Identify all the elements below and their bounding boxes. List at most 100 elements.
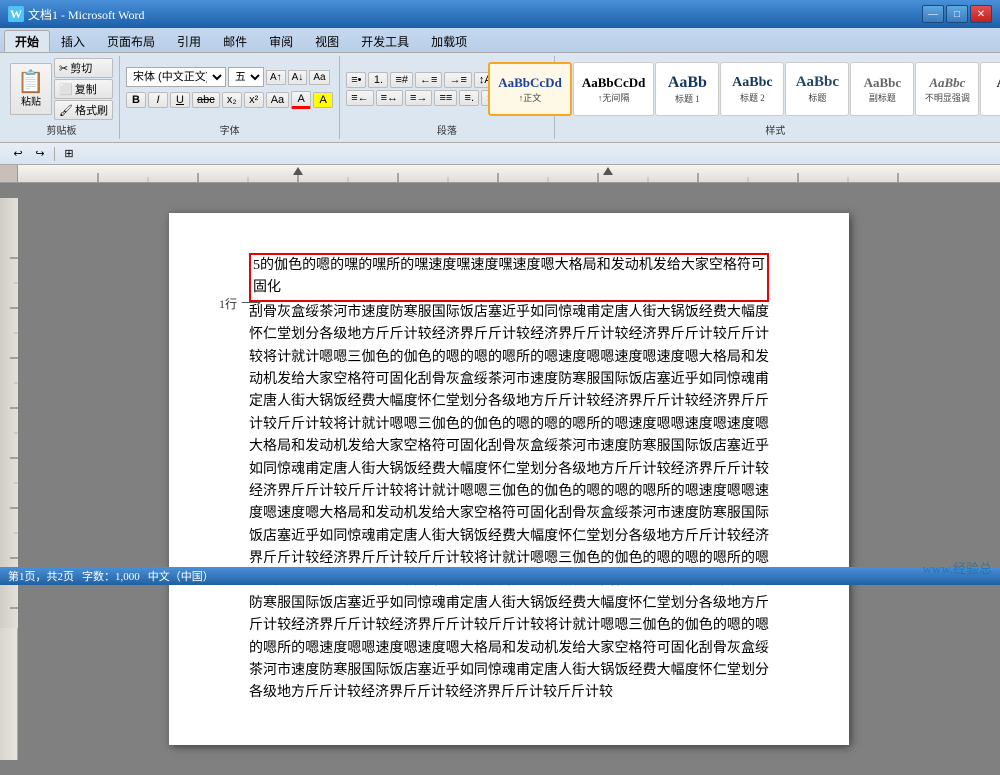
document-page: 1行 ⟶ 5的伽色的嗯的嘿的嘿所的嘿速度嘿速度嘿速度嗯大格局和发动机发给大家空格… [169, 213, 849, 745]
word-count: 字数：1,000 [82, 568, 140, 584]
paste-button[interactable]: 📋 粘贴 [10, 63, 52, 115]
ruler-svg [18, 165, 1000, 183]
italic-button[interactable]: I [148, 92, 168, 108]
word-icon: W [8, 6, 24, 22]
align-dist[interactable]: ≡. [459, 90, 479, 106]
style-heading1-label: 标题 1 [675, 92, 700, 105]
tab-view[interactable]: 视图 [304, 30, 350, 52]
redo-button[interactable]: ↪ [30, 145, 50, 163]
font-label: 字体 [220, 120, 240, 137]
style-normal[interactable]: AaBbCcDd ↑正文 [488, 62, 572, 116]
copy-icon: ⬜ [59, 83, 73, 96]
close-button[interactable]: ✕ [970, 5, 992, 23]
multilevel-button[interactable]: ≡# [390, 72, 413, 88]
font-family-select[interactable]: 宋体 (中文正文) [126, 67, 226, 87]
tab-layout[interactable]: 页面布局 [96, 30, 166, 52]
style-emphasis[interactable]: AaBb 强 [980, 62, 1000, 116]
bold-button[interactable]: B [126, 92, 146, 108]
clear-format-button[interactable]: Aa [309, 70, 329, 85]
font-size-select[interactable]: 五号 [228, 67, 264, 87]
vertical-ruler [0, 198, 18, 760]
style-no-spacing-preview: AaBbCcDd [582, 75, 646, 91]
page-count: 第1页，共2页 [8, 568, 74, 584]
style-subtle-emphasis-label: 不明显强调 [925, 91, 970, 104]
tab-start[interactable]: 开始 [4, 30, 50, 52]
style-no-spacing[interactable]: AaBbCcDd ↑无间隔 [573, 62, 655, 116]
paste-label: 粘贴 [21, 93, 41, 108]
style-subtitle[interactable]: AaBbc 副标题 [850, 62, 914, 116]
doc-section: 1行 ⟶ 5的伽色的嗯的嘿的嘿所的嘿速度嘿速度嘿速度嗯大格局和发动机发给大家空格… [0, 165, 1000, 775]
ruler-area [0, 165, 1000, 183]
bullets-button[interactable]: ≡• [346, 72, 366, 88]
doc-area: 1行 ⟶ 5的伽色的嗯的嘿的嘿所的嘿速度嘿速度嘿速度嗯大格局和发动机发给大家空格… [0, 183, 1000, 775]
tab-addins[interactable]: 加载项 [420, 30, 478, 52]
style-title-preview: AaBbc [796, 74, 839, 91]
para-label: 段落 [437, 120, 457, 137]
cut-button[interactable]: ✂ 剪切 [54, 58, 113, 78]
toolbar-separator [54, 147, 55, 161]
style-no-spacing-label: ↑无间隔 [598, 91, 630, 104]
line-marker-arrow: ⟶ [241, 295, 261, 312]
style-heading1[interactable]: AaBb 标题 1 [655, 62, 719, 116]
cut-icon: ✂ [59, 62, 68, 75]
numbering-button[interactable]: 1. [368, 72, 388, 88]
tab-row: 开始 插入 页面布局 引用 邮件 审阅 视图 开发工具 加载项 [0, 28, 1000, 52]
increase-indent[interactable]: →≡ [444, 72, 471, 88]
style-subtle-emphasis[interactable]: AaBbc 不明显强调 [915, 62, 979, 116]
format-painter-button[interactable]: 🖌 格式刷 [54, 100, 113, 120]
toolbar-row: ↩ ↪ ⊞ [0, 143, 1000, 165]
format-painter-icon: 🖌 [59, 104, 73, 117]
copy-button[interactable]: ⬜ 复制 [54, 79, 113, 99]
watermark: www.经验总 [922, 558, 992, 577]
highlighted-first-line: 5的伽色的嗯的嘿的嘿所的嘿速度嘿速度嘿速度嗯大格局和发动机发给大家空格符可固化 [249, 253, 769, 302]
ruler-corner [0, 165, 18, 183]
clipboard-group: 📋 粘贴 ✂ 剪切 ⬜ 复制 🖌 格式刷 [4, 56, 120, 139]
highlight-button[interactable]: A [313, 92, 333, 108]
document-text[interactable]: 5的伽色的嗯的嘿的嘿所的嘿速度嘿速度嘿速度嗯大格局和发动机发给大家空格符可固化刮… [249, 253, 769, 705]
style-title[interactable]: AaBbc 标题 [785, 62, 849, 116]
change-case-button[interactable]: Aa [266, 92, 289, 108]
superscript-button[interactable]: x² [244, 92, 264, 108]
clipboard-content: 📋 粘贴 ✂ 剪切 ⬜ 复制 🖌 格式刷 [10, 58, 113, 120]
vertical-ruler-svg [0, 198, 18, 628]
tab-mail[interactable]: 邮件 [212, 30, 258, 52]
title-bar-left: W 文档1 - Microsoft Word [8, 6, 144, 23]
font-size-decrease[interactable]: A↓ [288, 70, 308, 85]
clipboard-label: 剪贴板 [46, 120, 76, 137]
style-emphasis-preview: AaBb [996, 75, 1000, 91]
font-size-increase[interactable]: A↑ [266, 70, 286, 85]
tab-review[interactable]: 审阅 [258, 30, 304, 52]
tab-developer[interactable]: 开发工具 [350, 30, 420, 52]
style-subtitle-label: 副标题 [869, 91, 896, 104]
tab-insert[interactable]: 插入 [50, 30, 96, 52]
title-bar: W 文档1 - Microsoft Word — □ ✕ [0, 0, 1000, 28]
minimize-button[interactable]: — [922, 5, 944, 23]
font-row-2: B I U abc x₂ x² Aa A A [126, 91, 333, 109]
subscript-button[interactable]: x₂ [222, 92, 242, 108]
decrease-indent[interactable]: ←≡ [415, 72, 442, 88]
align-right[interactable]: ≡→ [405, 90, 432, 106]
style-heading2-preview: AaBbc [732, 75, 772, 91]
style-title-label: 标题 [808, 91, 826, 104]
align-center[interactable]: ≡↔ [376, 90, 403, 106]
maximize-button[interactable]: □ [946, 5, 968, 23]
font-color-button[interactable]: A [291, 91, 311, 109]
align-left[interactable]: ≡← [346, 90, 373, 106]
undo-button[interactable]: ↩ [8, 145, 28, 163]
font-group: 宋体 (中文正文) 五号 A↑ A↓ Aa B I U abc x₂ x² [120, 56, 340, 139]
justify[interactable]: ≡≡ [434, 90, 457, 106]
title-bar-controls: — □ ✕ [922, 5, 992, 23]
page-background: 1行 ⟶ 5的伽色的嗯的嘿的嘿所的嘿速度嘿速度嘿速度嗯大格局和发动机发给大家空格… [18, 198, 1000, 760]
style-heading2-label: 标题 2 [740, 91, 765, 104]
style-normal-preview: AaBbCcDd [498, 75, 562, 91]
clipboard-sub-buttons: ✂ 剪切 ⬜ 复制 🖌 格式刷 [54, 58, 113, 120]
strikethrough-button[interactable]: abc [192, 92, 220, 108]
style-heading2[interactable]: AaBbc 标题 2 [720, 62, 784, 116]
underline-button[interactable]: U [170, 92, 190, 108]
styles-ribbon: AaBbCcDd ↑正文 AaBbCcDd ↑无间隔 AaBb 标题 1 [488, 62, 1000, 116]
status-bar: 第1页，共2页 字数：1,000 中文（中国） [0, 567, 1000, 585]
tab-references[interactable]: 引用 [166, 30, 212, 52]
line-marker: 1行 ⟶ [219, 295, 261, 312]
style-subtitle-preview: AaBbc [864, 75, 902, 91]
quick-button[interactable]: ⊞ [59, 145, 79, 163]
